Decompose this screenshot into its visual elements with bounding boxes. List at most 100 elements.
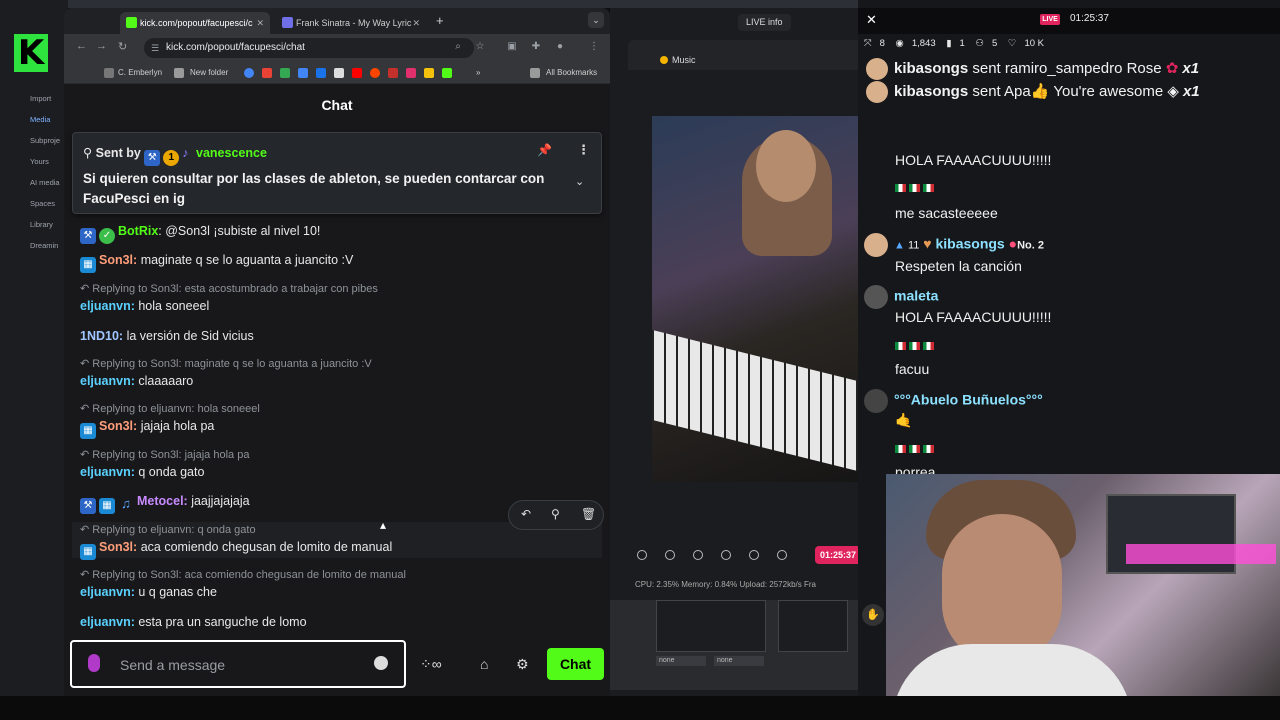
docs-icon[interactable]: [298, 68, 308, 78]
reply-icon[interactable]: ↶: [521, 507, 531, 521]
chat-message: 1ND10: la versión de Sid vicius: [80, 329, 254, 343]
webcam-feed: [886, 474, 1280, 720]
new-tab-icon[interactable]: +: [436, 13, 444, 28]
app-icon[interactable]: [424, 68, 434, 78]
live-time: 01:25:37: [1070, 13, 1109, 24]
control-icon[interactable]: [637, 550, 647, 560]
close-tab-icon[interactable]: ✕: [412, 12, 420, 34]
side-menu-import[interactable]: Import: [30, 88, 66, 109]
flag-icons: [895, 445, 937, 456]
drive-icon[interactable]: [280, 68, 290, 78]
unpin-icon[interactable]: 📌: [537, 143, 552, 157]
send-chat-button[interactable]: Chat: [547, 648, 604, 680]
side-menu-spaces[interactable]: Spaces: [30, 193, 66, 214]
reload-icon[interactable]: ↻: [118, 40, 127, 53]
bookmark-new-folder[interactable]: New folder: [190, 68, 228, 77]
zoom-icon[interactable]: ⌕: [452, 41, 464, 53]
music-tab-label: Music: [672, 55, 696, 65]
flag-icons: [895, 342, 937, 353]
url-field[interactable]: ☰ kick.com/popout/facupesci/chat: [144, 38, 474, 58]
kick-logo: K: [14, 34, 48, 72]
side-menu-ai-media[interactable]: AI media: [30, 172, 66, 193]
close-tab-icon[interactable]: ✕: [256, 12, 264, 34]
reply-icon: ↶: [80, 569, 93, 581]
mic-icon[interactable]: [777, 550, 787, 560]
chat-message: eljuanvn: u q ganas che: [80, 585, 217, 599]
chevron-down-icon[interactable]: ⌄: [575, 175, 584, 188]
reply-icon: ↶: [80, 449, 93, 461]
heart-badge-icon: ♥: [923, 235, 932, 252]
chat-message: ▦ Son3l: aca comiendo chegusan de lomito …: [80, 540, 392, 560]
bookmark-c-emberlyn[interactable]: C. Emberlyn: [118, 68, 162, 77]
close-icon[interactable]: ✕: [866, 12, 877, 28]
more-options-icon[interactable]: ⋮: [577, 142, 590, 158]
emotes-icon[interactable]: ⁘∞: [420, 656, 442, 673]
site-info-icon[interactable]: ☰: [151, 38, 159, 58]
all-bookmarks[interactable]: All Bookmarks: [546, 68, 597, 77]
folder-icon: [530, 68, 540, 78]
instagram-icon[interactable]: [406, 68, 416, 78]
more-bookmarks-icon[interactable]: »: [476, 68, 480, 77]
live-info-button[interactable]: LIVE info: [738, 14, 791, 31]
gmail-icon[interactable]: [262, 68, 272, 78]
youtube-icon[interactable]: [352, 68, 362, 78]
browser-window: kick.com/popout/facupesci/c ✕ Frank Sina…: [64, 8, 610, 696]
side-menu-subprojects[interactable]: Subproje: [30, 130, 66, 151]
overlay-message: HOLA FAAAACUUUU!!!!!: [895, 152, 1052, 168]
overlay-message: HOLA FAAAACUUUU!!!!!: [895, 309, 1052, 325]
control-icon[interactable]: [721, 550, 731, 560]
profile-icon[interactable]: ●: [554, 41, 566, 53]
reddit-icon[interactable]: [370, 68, 380, 78]
side-menu-library[interactable]: Library: [30, 214, 66, 235]
message-input[interactable]: [120, 654, 360, 676]
forward-icon[interactable]: →: [96, 40, 107, 52]
bookmarks-bar: C. Emberlyn New folder » All Bookmarks: [64, 62, 610, 84]
pinned-author[interactable]: vanescence: [196, 146, 267, 160]
control-icon[interactable]: [693, 550, 703, 560]
tab-kick-chat[interactable]: kick.com/popout/facupesci/c ✕: [120, 12, 270, 34]
bookmark-star-icon[interactable]: ☆: [474, 41, 486, 53]
app-icon[interactable]: [334, 68, 344, 78]
store-icon[interactable]: ⌂: [480, 656, 488, 672]
reply-icon: ↶: [80, 403, 93, 415]
hand-icon[interactable]: ✋: [862, 604, 884, 626]
desktop-screen: K 13 Import Media Subproje Yours AI medi…: [0, 0, 1280, 720]
tab-lyrics[interactable]: Frank Sinatra - My Way Lyric ✕: [276, 12, 426, 34]
puzzle-icon[interactable]: ✚: [530, 41, 542, 53]
google-icon[interactable]: [244, 68, 254, 78]
thumbs-up-icon: 👍: [1030, 82, 1050, 100]
side-menu-dreamin[interactable]: Dreamin: [30, 235, 66, 256]
emoji-icon[interactable]: [374, 656, 388, 670]
message-composer: [70, 640, 406, 688]
music-panel-header: Music: [628, 40, 858, 70]
chat-title: Chat: [321, 97, 353, 113]
menu-dots-icon[interactable]: ⋮: [588, 41, 600, 53]
recording-timer: 01:25:37: [815, 546, 861, 564]
calendar-icon[interactable]: [316, 68, 326, 78]
settings-gear-icon[interactable]: ⚙: [516, 656, 529, 673]
sent-by-label: Sent by: [95, 146, 141, 160]
pin-icon[interactable]: ⚲: [551, 507, 560, 521]
music-tab[interactable]: Music: [640, 49, 696, 71]
app-icon[interactable]: [388, 68, 398, 78]
reply-reference: ↶ Replying to eljuanvn: q onda gato: [80, 524, 256, 536]
mic-icon[interactable]: [88, 654, 100, 672]
tab-search-icon[interactable]: ⌄: [588, 12, 604, 28]
stream-preview: [652, 116, 858, 482]
users-icon: ⚇: [975, 38, 984, 49]
control-icon[interactable]: [665, 550, 675, 560]
side-menu-yours[interactable]: Yours: [30, 151, 66, 172]
delete-icon[interactable]: 🗑: [581, 507, 596, 521]
chat-message: eljuanvn: hola soneeel: [80, 299, 210, 313]
bottom-strip: [0, 696, 1280, 720]
side-menu-media[interactable]: Media: [30, 109, 66, 130]
overlay-message: facuu: [895, 361, 930, 377]
message-actions: ↶ ⚲ 🗑: [508, 500, 604, 530]
sub-badge-icon: ▦: [80, 423, 96, 439]
control-icon[interactable]: [749, 550, 759, 560]
back-icon[interactable]: ←: [76, 40, 87, 52]
overlay-message: me sacasteeeee: [895, 205, 998, 221]
app-icon[interactable]: [442, 68, 452, 78]
extension-icon[interactable]: ▣: [506, 41, 518, 53]
audio-mixer: none none: [610, 600, 858, 690]
